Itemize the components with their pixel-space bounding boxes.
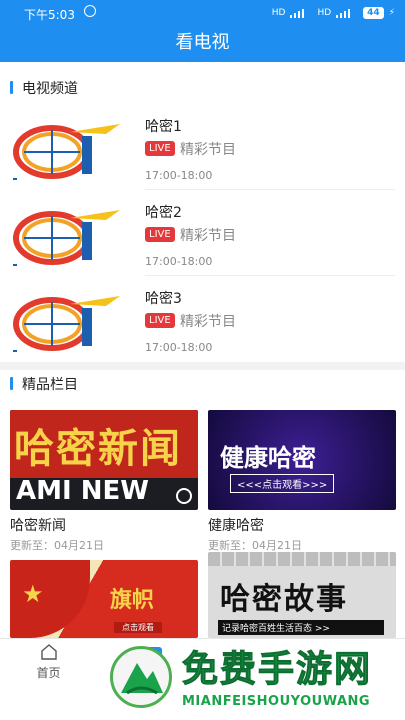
channel-time: 17:00-18:00 bbox=[145, 341, 213, 354]
section-title-channels: 电视频道 bbox=[10, 78, 78, 98]
tab-label: 首页 bbox=[36, 666, 61, 680]
watermark-overlay: 免费手游网 MIANFEISHOUYOUWANG bbox=[100, 638, 405, 720]
program-card[interactable]: ★ 旗帜 点击观看 bbox=[10, 560, 198, 638]
channel-program: 精彩节目 bbox=[180, 228, 236, 244]
program-update: 更新至：04月21日 bbox=[208, 539, 302, 552]
thumbnail-title: 旗帜 bbox=[110, 588, 155, 613]
channel-logo-icon bbox=[13, 210, 120, 266]
program-thumbnail: 哈密故事 记录哈密百姓生活百态 >> bbox=[208, 552, 396, 638]
network-type-label-2: HD bbox=[317, 8, 332, 18]
program-thumbnail: ★ 旗帜 点击观看 bbox=[10, 560, 198, 638]
thumbnail-title: 哈密新闻 bbox=[14, 426, 182, 472]
channel-program: 精彩节目 bbox=[180, 314, 236, 330]
thumbnail-subtitle: AMI NEW bbox=[16, 476, 149, 506]
thumbnail-subtitle: 记录哈密百姓生活百态 >> bbox=[218, 620, 384, 635]
watermark-subtitle: MIANFEISHOUYOUWANG bbox=[182, 694, 371, 709]
program-thumbnail: 健康哈密 <<<点击观看>>> bbox=[208, 410, 396, 510]
live-badge: LIVE bbox=[145, 227, 175, 242]
status-time: 下午5:03 bbox=[24, 8, 75, 22]
network-type-label: HD bbox=[271, 8, 286, 18]
live-badge: LIVE bbox=[145, 313, 175, 328]
channel-time: 17:00-18:00 bbox=[145, 255, 213, 268]
thumbnail-subtitle: <<<点击观看>>> bbox=[230, 474, 335, 493]
channel-logo-icon bbox=[13, 296, 120, 352]
channel-name: 哈密2 bbox=[145, 205, 182, 221]
program-update: 更新至：04月21日 bbox=[10, 539, 104, 552]
play-icon bbox=[176, 488, 192, 504]
alarm-icon bbox=[84, 5, 96, 17]
page-title: 看电视 bbox=[175, 32, 230, 53]
section-title-programs: 精品栏目 bbox=[10, 374, 78, 394]
program-title: 健康哈密 bbox=[208, 518, 264, 534]
charging-icon: ⚡ bbox=[388, 8, 395, 18]
program-card[interactable]: 哈密故事 记录哈密百姓生活百态 >> bbox=[208, 552, 396, 638]
channel-name: 哈密1 bbox=[145, 119, 182, 135]
program-card[interactable]: 哈密新闻 AMI NEW 哈密新闻 更新至：04月21日 bbox=[10, 410, 198, 553]
watermark-title: 免费手游网 bbox=[181, 649, 373, 691]
channel-program: 精彩节目 bbox=[180, 142, 236, 158]
thumbnail-title: 哈密故事 bbox=[220, 582, 348, 617]
tab-home[interactable]: 首页 bbox=[8, 639, 89, 685]
section-divider bbox=[0, 362, 405, 370]
mountain-icon bbox=[121, 663, 163, 695]
channel-item[interactable]: 哈密2 LIVE 精彩节目 17:00-18:00 bbox=[0, 190, 405, 276]
channel-name: 哈密3 bbox=[145, 291, 182, 307]
status-indicators: HD HD 44 ⚡ bbox=[272, 7, 395, 19]
status-bar: 下午5:03 HD HD 44 ⚡ bbox=[0, 0, 405, 28]
program-thumbnail: 哈密新闻 AMI NEW bbox=[10, 410, 198, 510]
thumbnail-subtitle: 点击观看 bbox=[114, 622, 162, 633]
signal-icon-2 bbox=[336, 8, 358, 18]
thumbnail-title: 健康哈密 bbox=[220, 444, 316, 472]
battery-icon: 44 bbox=[363, 7, 384, 19]
app-header: 看电视 bbox=[0, 28, 405, 62]
live-badge: LIVE bbox=[145, 141, 175, 156]
channel-logo-icon bbox=[13, 124, 120, 180]
channel-time: 17:00-18:00 bbox=[145, 169, 213, 182]
watermark-logo bbox=[110, 646, 172, 708]
home-icon bbox=[41, 644, 57, 660]
program-card[interactable]: 健康哈密 <<<点击观看>>> 健康哈密 更新至：04月21日 bbox=[208, 410, 396, 553]
star-icon: ★ bbox=[22, 580, 44, 608]
channel-item[interactable]: 哈密1 LIVE 精彩节目 17:00-18:00 bbox=[0, 104, 405, 190]
channel-item[interactable]: 哈密3 LIVE 精彩节目 17:00-18:00 bbox=[0, 276, 405, 362]
program-title: 哈密新闻 bbox=[10, 518, 66, 534]
signal-icon bbox=[290, 8, 312, 18]
